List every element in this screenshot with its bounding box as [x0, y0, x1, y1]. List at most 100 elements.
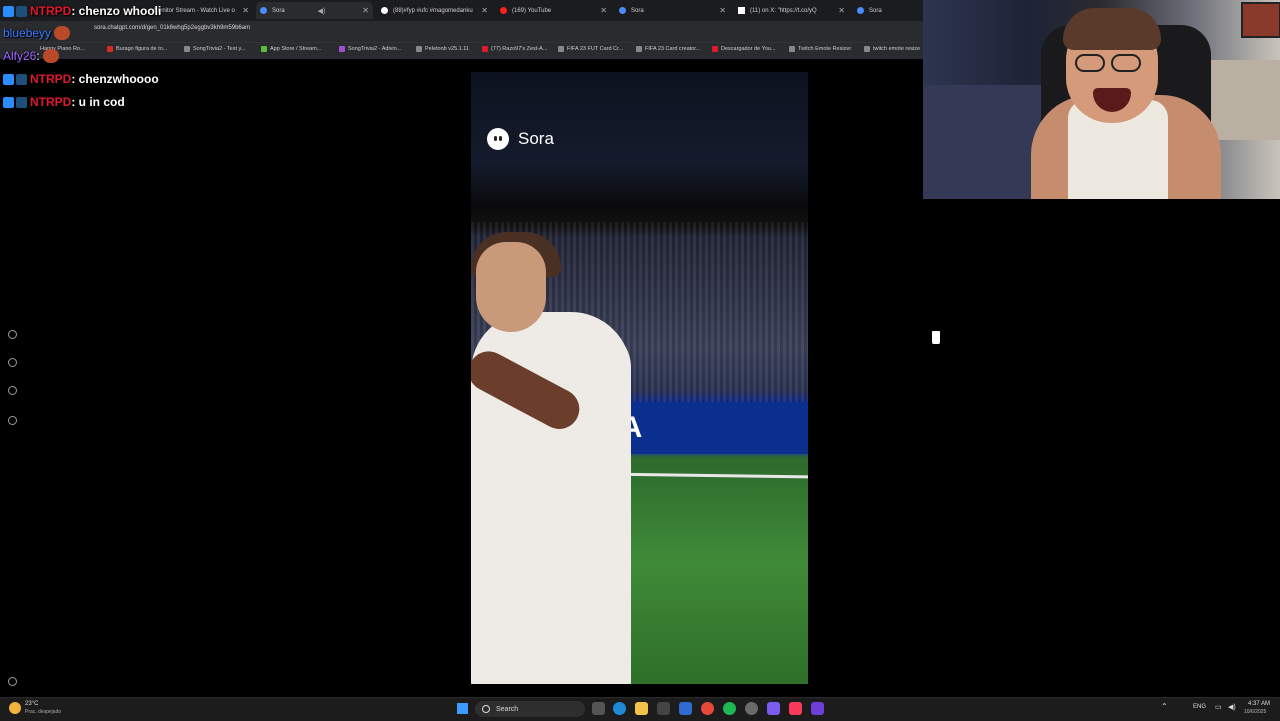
bookmark-item[interactable]: Burago figura de to... — [107, 46, 167, 52]
chat-message: bluebeyy — [3, 26, 71, 40]
close-icon[interactable]: ✕ — [362, 6, 369, 15]
bookmark-icon — [636, 46, 642, 52]
tray-language[interactable]: ENG — [1193, 704, 1206, 710]
close-icon[interactable]: ✕ — [481, 6, 488, 15]
chat-badge-icon — [3, 5, 14, 17]
chat-message: NTRPD : chenzwhoooo — [3, 72, 159, 86]
search-icon[interactable] — [8, 358, 17, 367]
sora-watermark: Sora — [487, 128, 554, 150]
youtube-favicon-icon — [500, 7, 507, 14]
discord-icon[interactable] — [767, 702, 780, 715]
weather-desc: Prac. despejado — [25, 709, 62, 715]
bookmark-icon — [789, 46, 795, 52]
chat-badge-icon — [16, 5, 27, 17]
sora-logo-icon — [487, 128, 509, 150]
tab-monitor-stream[interactable]: Monitor Stream - Watch Live o ✕ — [150, 2, 253, 19]
close-icon[interactable]: ✕ — [242, 6, 249, 15]
bookmark-icon — [416, 46, 422, 52]
chat-emote-icon — [42, 49, 59, 63]
close-icon[interactable]: ✕ — [838, 6, 845, 15]
bookmark-item[interactable]: Descargador de You... — [712, 46, 775, 52]
chat-emote-icon — [54, 26, 71, 40]
chat-username: NTRPD — [30, 4, 72, 18]
bookmark-icon — [864, 46, 870, 52]
chat-username: bluebeyy — [3, 26, 52, 40]
address-bar[interactable]: sora.chatgpt.com/d/gen_01k6whg5p2eggbv3k… — [0, 21, 923, 42]
windows-start-icon[interactable] — [457, 703, 468, 714]
chat-badge-icon — [3, 73, 14, 85]
settings-icon[interactable] — [8, 677, 17, 686]
bookmark-item[interactable]: (77) Razo97's Zest-A... — [482, 46, 547, 52]
webcam-glasses — [1075, 54, 1147, 74]
mail-icon[interactable] — [679, 702, 692, 715]
bookmark-item[interactable]: Twitch Emote Resizer — [789, 46, 851, 52]
bookmark-icon — [261, 46, 267, 52]
bell-icon[interactable] — [8, 386, 17, 395]
edge-icon[interactable] — [613, 702, 626, 715]
chrome-icon[interactable] — [701, 702, 714, 715]
obs-icon[interactable] — [811, 702, 824, 715]
x-favicon-icon — [738, 7, 745, 14]
bookmark-icon — [482, 46, 488, 52]
chat-badge-icon — [16, 96, 27, 108]
spotify-icon[interactable] — [723, 702, 736, 715]
speaker-icon[interactable]: ◀) — [318, 7, 326, 15]
chat-text: : chenzo whooli — [71, 4, 162, 18]
tiktok-favicon-icon — [381, 7, 388, 14]
video-player-head — [476, 242, 546, 332]
webcam-poster — [1241, 2, 1280, 38]
close-icon[interactable]: ✕ — [719, 6, 726, 15]
pitch-line — [600, 472, 808, 479]
search-icon — [482, 705, 490, 713]
tab-tiktok[interactable]: (88)#fyp #ufc #magomedanku ✕ — [377, 2, 492, 19]
music-icon[interactable] — [789, 702, 802, 715]
chat-text: : u in cod — [71, 95, 125, 109]
bookmark-icon — [184, 46, 190, 52]
wifi-icon[interactable]: ▭ — [1215, 703, 1222, 711]
profile-icon[interactable] — [8, 416, 17, 425]
bookmarks-bar: Happy Piano Ro... Burago figura de to...… — [0, 42, 923, 59]
tab-x[interactable]: (11) on X: "https://t.co/yQ ✕ — [734, 2, 849, 19]
video-player[interactable]: AL CA Sora — [471, 72, 808, 684]
bookmark-item[interactable]: Peletoob v25.1.11 — [416, 46, 469, 52]
bookmark-item[interactable]: twitch emote resize — [864, 46, 920, 52]
clock-date[interactable]: 10/6/2025 — [1244, 709, 1266, 715]
chat-badge-icon — [3, 96, 14, 108]
tab-youtube[interactable]: (169) YouTube ✕ — [496, 2, 611, 19]
bookmark-icon — [558, 46, 564, 52]
chat-message: Alfy26 : — [3, 49, 59, 63]
task-view-icon[interactable] — [592, 702, 605, 715]
chat-username: Alfy26 — [3, 49, 37, 63]
url-text[interactable]: sora.chatgpt.com/d/gen_01k6whg5p2eggbv3k… — [94, 25, 250, 31]
store-icon[interactable] — [657, 702, 670, 715]
tab-sora-active[interactable]: Sora ◀) ✕ — [256, 2, 373, 19]
sora-favicon-icon — [857, 7, 864, 14]
tab-sora-2[interactable]: Sora ✕ — [615, 2, 730, 19]
tab-sora-3[interactable]: Sora — [853, 2, 923, 19]
chat-message: NTRPD : chenzo whooli — [3, 4, 161, 18]
chat-text: : chenzwhoooo — [71, 72, 159, 86]
bookmark-icon — [712, 46, 718, 52]
bookmark-item[interactable]: SongTrivia2 - Adivin... — [339, 46, 401, 52]
tray-chevron-icon[interactable]: ⌃ — [1161, 702, 1168, 711]
file-explorer-icon[interactable] — [635, 702, 648, 715]
bookmark-item[interactable]: FIFA 23 FUT Card Cr... — [558, 46, 623, 52]
bookmark-icon — [339, 46, 345, 52]
taskbar: 23°C Prac. despejado Search ⌃ ENG ▭ ◀) 4… — [0, 697, 1280, 721]
volume-icon[interactable]: ◀) — [1228, 703, 1236, 711]
steam-icon[interactable] — [745, 702, 758, 715]
weather-icon[interactable] — [9, 702, 21, 714]
taskbar-search[interactable]: Search — [475, 701, 585, 717]
chat-username: NTRPD — [30, 72, 72, 86]
hand-cursor-icon — [931, 330, 941, 345]
close-icon[interactable]: ✕ — [600, 6, 607, 15]
bookmark-item[interactable]: SongTrivia2 - Test y... — [184, 46, 245, 52]
chat-text: : — [36, 49, 40, 63]
bookmark-item[interactable]: FIFA 23 Card creator... — [636, 46, 700, 52]
chat-username: NTRPD — [30, 95, 72, 109]
weather-temp: 23°C — [25, 701, 39, 707]
clock-time[interactable]: 4:37 AM — [1248, 701, 1270, 707]
home-icon[interactable] — [8, 330, 17, 339]
bookmark-item[interactable]: App Store / Stream... — [261, 46, 321, 52]
chat-message: NTRPD : u in cod — [3, 95, 125, 109]
